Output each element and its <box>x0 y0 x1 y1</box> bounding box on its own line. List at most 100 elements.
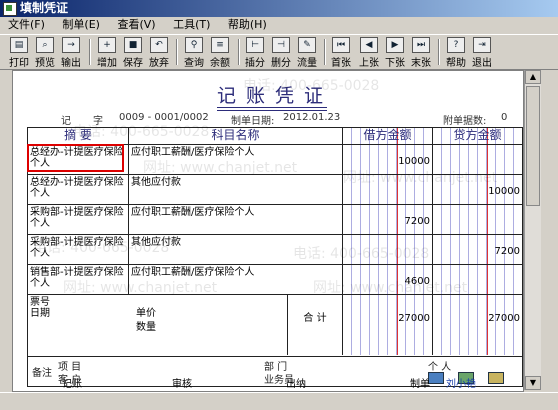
next-icon: ▶ <box>386 37 404 53</box>
unit-price-label: 单价 <box>136 308 156 319</box>
first-icon: ⏮ <box>332 37 350 53</box>
insert-row-button[interactable]: ⊢ 插分 <box>244 37 266 69</box>
prev-icon: ◀ <box>360 37 378 53</box>
row-credit[interactable] <box>433 205 522 234</box>
first-button[interactable]: ⏮ 首张 <box>330 37 352 69</box>
maker-label: 制单 <box>410 379 430 390</box>
exit-button[interactable]: ⇥ 退出 <box>471 37 493 69</box>
next-label: 下张 <box>385 58 405 69</box>
last-label: 末张 <box>411 58 431 69</box>
delete-row-icon: ⊣ <box>272 37 290 53</box>
voucher-type[interactable]: 记 <box>61 112 71 127</box>
cashflow-button[interactable]: ✎ 流量 <box>296 37 318 69</box>
title-bar: 填制凭证 <box>0 0 558 17</box>
help-icon: ? <box>447 37 465 53</box>
header-credit: 贷方金额 <box>453 128 502 142</box>
toolbar-separator <box>238 39 240 65</box>
cashflow-label: 流量 <box>297 58 317 69</box>
status-bar <box>0 392 558 410</box>
balance-label: 余额 <box>210 58 230 69</box>
row-credit[interactable]: 7200 <box>433 235 522 264</box>
watermark: 网址: www.chanjet.net <box>313 280 468 296</box>
next-button[interactable]: ▶ 下张 <box>384 37 406 69</box>
exit-icon: ⇥ <box>473 37 491 53</box>
query-button[interactable]: ⚲ 查询 <box>183 37 205 69</box>
add-icon: + <box>98 37 116 53</box>
header-debit: 借方金额 <box>343 128 433 144</box>
row-account[interactable]: 应付职工薪酬/医疗保险个人 <box>129 205 343 234</box>
window-title: 填制凭证 <box>20 1 69 15</box>
scroll-up-icon[interactable]: ▲ <box>525 70 541 84</box>
signature-bar: 记账 审核 出纳 制单 刘小艳 <box>0 375 558 390</box>
insert-row-label: 插分 <box>245 58 265 69</box>
total-label: 合 计 <box>288 295 343 355</box>
app-icon <box>3 2 17 16</box>
date-label: 制单日期: <box>231 116 275 127</box>
total-debit: 27000 <box>343 295 433 355</box>
first-label: 首张 <box>331 58 351 69</box>
watermark: 电话: 400-665-0028 <box>293 246 430 262</box>
last-button[interactable]: ⏭ 末张 <box>410 37 432 69</box>
prev-button[interactable]: ◀ 上张 <box>358 37 380 69</box>
individual-label: 个 人 <box>428 362 452 373</box>
row-summary[interactable]: 采购部-计提医疗保险个人 <box>28 205 129 234</box>
toolbar-separator <box>324 39 326 65</box>
toolbar: ▤ 打印 ⌕ 预览 → 输出 + 增加 ■ 保存 ↶ 放弃 ⚲ 查询 ≡ 余额 ⊢ 插分 ⊣ 删分 … <box>0 34 558 70</box>
export-button[interactable]: → 输出 <box>60 37 82 69</box>
menu-help[interactable]: 帮助(H) <box>228 18 267 31</box>
preview-label: 预览 <box>35 58 55 69</box>
scroll-thumb[interactable] <box>526 86 540 206</box>
export-icon: → <box>62 37 80 53</box>
discard-button[interactable]: ↶ 放弃 <box>148 37 170 69</box>
export-label: 输出 <box>61 58 81 69</box>
balance-icon: ≡ <box>211 37 229 53</box>
toolbar-separator <box>89 39 91 65</box>
row-account[interactable]: 其他应付款 <box>129 175 343 204</box>
voucher-date[interactable]: 2012.01.23 <box>283 112 340 123</box>
menu-make[interactable]: 制单(E) <box>62 18 100 31</box>
discard-label: 放弃 <box>149 58 169 69</box>
toolbar-separator <box>438 39 440 65</box>
preview-button[interactable]: ⌕ 预览 <box>34 37 56 69</box>
attach-label: 附单据数: <box>443 116 487 127</box>
menu-bar: 文件(F) 制单(E) 查看(V) 工具(T) 帮助(H) <box>0 17 558 33</box>
last-icon: ⏭ <box>412 37 430 53</box>
print-label: 打印 <box>9 58 29 69</box>
search-icon: ⚲ <box>185 37 203 53</box>
table-row[interactable]: 采购部-计提医疗保险个人 应付职工薪酬/医疗保险个人 7200 <box>28 205 522 235</box>
bill-date-label: 日期 <box>30 308 50 319</box>
menu-view[interactable]: 查看(V) <box>117 18 155 31</box>
undo-icon: ↶ <box>150 37 168 53</box>
exit-label: 退出 <box>472 58 492 69</box>
title-underline <box>217 107 327 108</box>
prev-label: 上张 <box>359 58 379 69</box>
vertical-scrollbar[interactable]: ▲ ▼ <box>524 70 541 390</box>
totals-row: 票号 日期 单价 数量 合 计 27000 27000 <box>28 295 522 355</box>
watermark: 电话: 400-665-0028 <box>73 124 210 140</box>
selected-cell-highlight <box>27 144 124 172</box>
watermark: 网址: www.chanjet.net <box>143 160 298 176</box>
toolbar-separator <box>176 39 178 65</box>
add-button[interactable]: + 增加 <box>96 37 118 69</box>
watermark: 网址: www.chanjet.net <box>343 170 498 186</box>
print-icon: ▤ <box>10 37 28 53</box>
menu-file[interactable]: 文件(F) <box>8 18 45 31</box>
watermark: 电话: 400-665-0028 <box>33 240 170 256</box>
row-debit[interactable]: 7200 <box>343 205 433 234</box>
save-button[interactable]: ■ 保存 <box>122 37 144 69</box>
title-underline-2 <box>217 110 327 111</box>
print-button[interactable]: ▤ 打印 <box>8 37 30 69</box>
menu-tools[interactable]: 工具(T) <box>173 18 210 31</box>
query-label: 查询 <box>184 58 204 69</box>
delete-row-label: 删分 <box>271 58 291 69</box>
watermark: 网址: www.chanjet.net <box>63 280 218 296</box>
bill-info: 票号 日期 单价 数量 <box>28 295 288 355</box>
delete-row-button[interactable]: ⊣ 删分 <box>270 37 292 69</box>
flow-icon: ✎ <box>298 37 316 53</box>
balance-button[interactable]: ≡ 余额 <box>209 37 231 69</box>
total-credit: 27000 <box>488 313 520 324</box>
auditor-label: 审核 <box>172 379 192 390</box>
row-summary[interactable]: 总经办-计提医疗保险个人 <box>28 175 129 204</box>
attach-count[interactable]: 0 <box>501 112 507 123</box>
help-button[interactable]: ? 帮助 <box>445 37 467 69</box>
